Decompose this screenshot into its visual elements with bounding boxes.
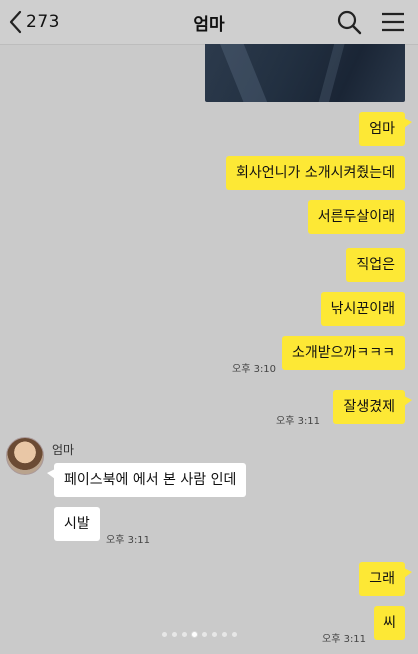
page-dot[interactable] bbox=[172, 632, 177, 637]
back-button[interactable]: 273 bbox=[8, 8, 60, 36]
chevron-left-icon bbox=[9, 10, 22, 34]
message-time: 오후 3:11 bbox=[276, 416, 321, 427]
sent-message[interactable]: 회사언니가 소개시켜줬는데 bbox=[225, 156, 405, 190]
page-dot[interactable] bbox=[212, 632, 217, 637]
photo-detail bbox=[218, 44, 274, 102]
sent-message[interactable]: 낚시꾼이래 bbox=[320, 292, 405, 326]
sent-message[interactable]: 씨 bbox=[374, 606, 405, 640]
photo-detail bbox=[313, 44, 347, 102]
photo-message[interactable] bbox=[205, 44, 405, 102]
hamburger-menu-icon bbox=[382, 12, 404, 32]
sender-avatar[interactable] bbox=[6, 437, 44, 475]
chat-screen: 273 엄마 엄마 회사언니가 소개시켜줬는데 서른두살이래 직업은 낚시꾼이래… bbox=[0, 0, 418, 654]
sent-message[interactable]: 그래 bbox=[359, 562, 412, 596]
page-dot[interactable] bbox=[182, 632, 187, 637]
menu-button[interactable] bbox=[380, 10, 406, 38]
chat-header: 273 엄마 bbox=[0, 0, 418, 45]
received-message[interactable]: 페이스북에 에서 본 사람 인데 bbox=[46, 463, 247, 497]
search-button[interactable] bbox=[336, 9, 362, 39]
sent-message[interactable]: 잘생겼제 bbox=[333, 390, 412, 424]
message-time: 오후 3:11 bbox=[322, 634, 367, 645]
message-time: 오후 3:10 bbox=[232, 364, 277, 375]
sent-message[interactable]: 직업은 bbox=[346, 248, 405, 282]
page-indicator bbox=[162, 632, 237, 637]
sent-message[interactable]: 소개받으까ㅋㅋㅋ bbox=[281, 336, 405, 370]
received-message[interactable]: 시발 bbox=[54, 507, 100, 541]
sent-message[interactable]: 서른두살이래 bbox=[307, 200, 405, 234]
page-dot[interactable] bbox=[232, 632, 237, 637]
page-dot[interactable] bbox=[222, 632, 227, 637]
page-dot[interactable] bbox=[162, 632, 167, 637]
unread-count: 273 bbox=[26, 12, 60, 32]
page-dot[interactable] bbox=[202, 632, 207, 637]
message-time: 오후 3:11 bbox=[106, 535, 151, 546]
sender-name: 엄마 bbox=[52, 443, 75, 457]
search-icon bbox=[337, 10, 362, 35]
sent-message[interactable]: 엄마 bbox=[359, 112, 412, 146]
page-dot[interactable] bbox=[192, 632, 197, 637]
